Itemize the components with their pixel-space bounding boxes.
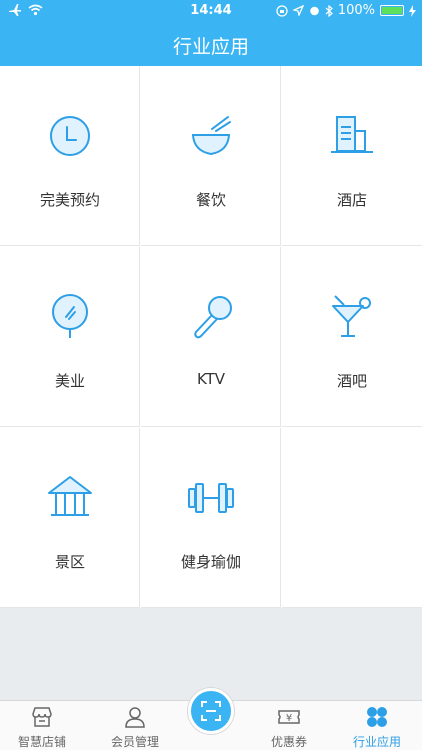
industry-grid: 完美预约 餐饮 酒店 美业 KTV 酒吧 景区 健身瑜伽 (0, 66, 422, 608)
grid-item-label: 酒店 (336, 191, 367, 209)
tab-label: 行业应用 (352, 735, 401, 749)
grid-item-catering[interactable]: 餐饮 (141, 66, 281, 246)
nav-bar: 行业应用 (0, 22, 422, 66)
coupon-icon: ¥ (278, 710, 300, 724)
hotel-building-icon (331, 116, 373, 153)
grid-item-hotel[interactable]: 酒店 (282, 66, 422, 246)
status-right: 100% (276, 3, 416, 18)
grid-item-bar[interactable]: 酒吧 (282, 247, 422, 427)
grid-item-fitness[interactable]: 健身瑜伽 (141, 428, 281, 608)
grid-item-label: 餐饮 (195, 191, 226, 209)
scan-button[interactable] (188, 688, 234, 734)
grid-item-beauty[interactable]: 美业 (0, 247, 140, 427)
dumbbell-icon (188, 483, 234, 513)
rotation-lock-icon (276, 4, 288, 17)
tab-smart-store[interactable]: 智慧店铺 (0, 701, 84, 750)
store-icon (32, 707, 52, 727)
pavilion-icon (48, 476, 92, 516)
mirror-icon (52, 294, 88, 338)
clock-icon (50, 116, 90, 156)
svg-text:¥: ¥ (286, 713, 292, 724)
tab-label: 会员管理 (110, 735, 159, 749)
page-title: 行业应用 (172, 36, 249, 58)
grid-item-label: 完美预约 (39, 191, 100, 209)
grid-item-label: 美业 (54, 372, 85, 390)
tab-coupons[interactable]: ¥ 优惠券 (247, 701, 331, 750)
bluetooth-icon (325, 4, 333, 17)
grid-item-appointment[interactable]: 完美预约 (0, 66, 140, 246)
location-icon (292, 5, 304, 16)
tab-label: 智慧店铺 (17, 735, 66, 749)
battery-percent: 100% (337, 3, 375, 18)
tab-industry-apps[interactable]: 行业应用 (335, 701, 419, 750)
grid-item-ktv[interactable]: KTV (141, 247, 281, 427)
tab-label: 优惠券 (270, 735, 307, 749)
battery-icon (380, 5, 404, 16)
user-icon (125, 707, 145, 728)
microphone-icon (194, 296, 232, 339)
grid-item-empty (282, 428, 422, 608)
charging-icon (409, 4, 416, 17)
grid-item-scenic[interactable]: 景区 (0, 428, 140, 608)
grid-item-label: 酒吧 (336, 372, 367, 390)
grid-item-label: 健身瑜伽 (180, 553, 241, 571)
alarm-icon (310, 6, 319, 16)
grid-item-label: 景区 (54, 553, 85, 571)
tab-member-management[interactable]: 会员管理 (93, 701, 177, 750)
scan-icon (201, 701, 221, 721)
cocktail-icon (332, 295, 371, 337)
bowl-chopsticks-icon (191, 116, 231, 156)
grid-item-label: KTV (196, 370, 226, 388)
status-bar: 14:44 100% (0, 0, 422, 22)
apps-icon (367, 707, 387, 727)
